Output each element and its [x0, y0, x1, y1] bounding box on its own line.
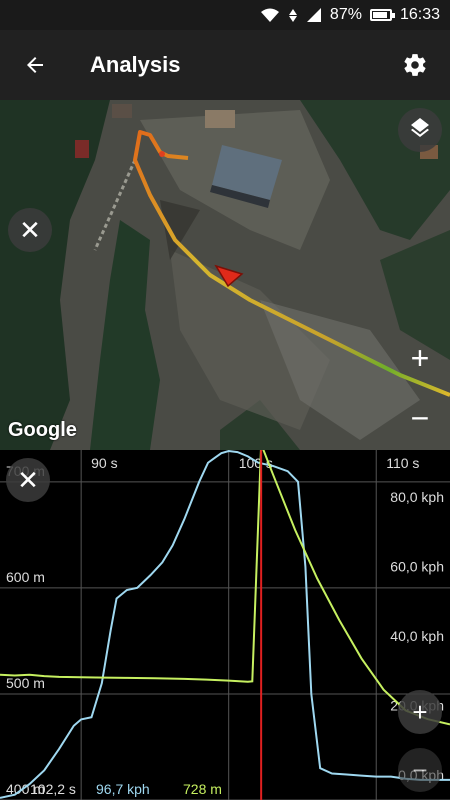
elevation-tick-label: 600 m [6, 569, 45, 585]
arrow-left-icon [27, 57, 43, 73]
clock: 16:33 [399, 6, 440, 23]
satellite-map[interactable]: ✕ + − Google [0, 100, 450, 450]
cursor-time-readout: 102,2 s [30, 781, 76, 797]
minus-icon: − [412, 754, 428, 785]
analysis-chart[interactable]: 90 s100 s110 s700 m600 m500 m400 m80,0 k… [0, 450, 450, 800]
wifi-icon [260, 7, 280, 23]
elevation-line [0, 450, 450, 799]
close-map-button[interactable]: ✕ [8, 208, 52, 252]
cursor-elevation-readout: 728 m [183, 781, 222, 797]
close-chart-button[interactable]: ✕ [6, 458, 50, 502]
speed-line [0, 450, 450, 726]
back-button[interactable] [0, 30, 70, 100]
layers-button[interactable] [398, 108, 442, 152]
map-zoom-in-button[interactable]: + [402, 340, 438, 377]
battery-icon [369, 9, 395, 21]
google-attribution: Google [8, 419, 77, 441]
speed-tick-label: 60,0 kph [390, 559, 444, 575]
app-bar: Analysis [0, 30, 450, 100]
speed-tick-label: 80,0 kph [390, 489, 444, 505]
close-icon: ✕ [17, 464, 39, 495]
speed-tick-label: 40,0 kph [390, 628, 444, 644]
satellite-imagery [0, 100, 450, 450]
x-tick-label: 90 s [91, 455, 117, 471]
cursor-speed-readout: 96,7 kph [96, 781, 150, 797]
plus-icon: + [412, 696, 428, 727]
layers-icon [411, 118, 429, 137]
settings-button[interactable] [380, 30, 450, 100]
chart-zoom-out-button[interactable]: − [398, 748, 442, 792]
chart-zoom-in-button[interactable]: + [398, 690, 442, 734]
status-bar: 87% 16:33 [0, 0, 450, 30]
close-icon: ✕ [19, 214, 41, 245]
page-title: Analysis [90, 52, 181, 77]
data-arrows-icon [288, 7, 298, 23]
x-tick-label: 110 s [386, 455, 419, 471]
signal-icon [306, 7, 322, 23]
battery-percent: 87% [329, 6, 362, 23]
map-zoom-out-button[interactable]: − [402, 400, 438, 437]
elevation-tick-label: 500 m [6, 675, 45, 691]
gear-icon [404, 54, 426, 76]
chart-canvas: 90 s100 s110 s700 m600 m500 m400 m80,0 k… [0, 450, 450, 800]
